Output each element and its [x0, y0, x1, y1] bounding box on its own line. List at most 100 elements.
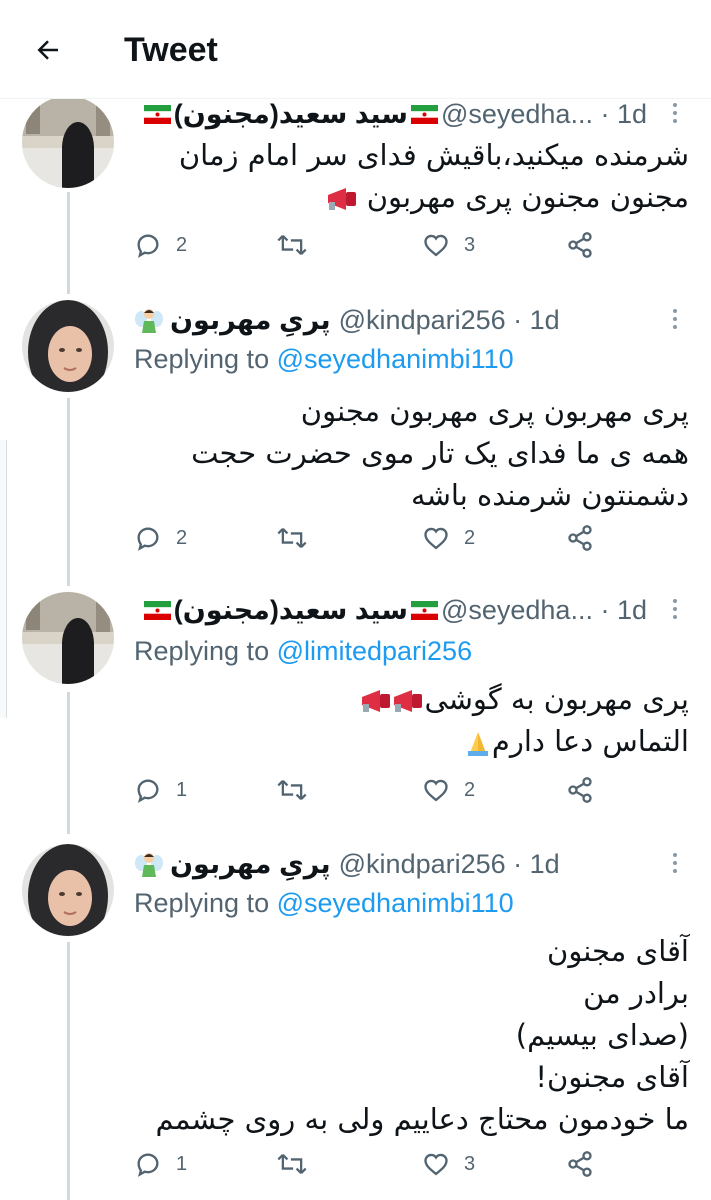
share-button[interactable] [566, 225, 594, 265]
tweet-header: سید سعید(مجنون) @seyedha... · 1d [134, 592, 647, 628]
display-name-text: پریِ مهربون [170, 848, 331, 879]
share-icon [568, 777, 592, 803]
reply-button[interactable]: 1 [134, 770, 187, 810]
retweet-button[interactable] [276, 225, 308, 265]
display-name[interactable]: پریِ مهربون [134, 849, 331, 880]
like-button[interactable]: 3 [422, 225, 475, 265]
replying-to-label: Replying to [134, 888, 277, 918]
reply-button[interactable]: 1 [134, 1144, 187, 1184]
timestamp[interactable]: 1d [530, 849, 560, 880]
tweet-actions: 2 3 [134, 225, 604, 265]
user-handle[interactable]: @seyedha... [441, 99, 593, 130]
heart-icon [424, 234, 448, 257]
like-count: 2 [464, 526, 476, 549]
like-button[interactable]: 3 [422, 1144, 475, 1184]
megaphone-emoji-icon [327, 188, 356, 210]
reply-count: 1 [176, 1152, 188, 1175]
reply-button[interactable]: 2 [134, 225, 187, 265]
share-button[interactable] [566, 518, 594, 558]
tweet-body: پری مهربون به گوشی التماس دعا دارم [134, 678, 689, 762]
replying-to-link[interactable]: @limitedpari256 [277, 636, 473, 666]
more-options-icon[interactable] [665, 304, 685, 334]
replying-to: Replying to @seyedhanimbi110 [134, 888, 514, 919]
retweet-icon [277, 780, 307, 800]
replying-to: Replying to @limitedpari256 [134, 636, 472, 667]
retweet-button[interactable] [276, 770, 308, 810]
tweet-body: آقای مجنون برادر من (صدای بیسیم) آقای مج… [134, 930, 689, 1140]
retweet-button[interactable] [276, 1144, 308, 1184]
share-icon [568, 1151, 592, 1177]
reply-icon [137, 527, 159, 551]
retweet-icon [277, 235, 307, 255]
like-count: 3 [464, 1152, 476, 1175]
reply-button[interactable]: 2 [134, 518, 187, 558]
iran-flag-icon [143, 600, 171, 620]
avatar[interactable] [22, 96, 114, 188]
display-name[interactable]: سید سعید(مجنون) [141, 595, 441, 626]
tweet-line: پری مهربون پری مهربون مجنون [300, 394, 689, 428]
replying-to-link[interactable]: @seyedhanimbi110 [277, 888, 514, 918]
like-button[interactable]: 2 [422, 770, 475, 810]
timestamp[interactable]: 1d [617, 595, 647, 626]
display-name[interactable]: سید سعید(مجنون) [141, 99, 441, 130]
heart-icon [424, 779, 448, 802]
replying-to-label: Replying to [134, 636, 277, 666]
tweet-header: پریِ مهربون @kindpari256 · 1d [134, 302, 647, 338]
tweet-line: شرمنده میکنید،باقیش فدای سر امام زمان [178, 138, 689, 172]
tweet-actions: 1 3 [134, 1144, 604, 1184]
fairy-emoji-icon [135, 853, 163, 877]
tweet-3[interactable]: سید سعید(مجنون) @seyedha... · 1d Replyin… [0, 584, 711, 834]
share-icon [568, 232, 592, 258]
display-name-text: سید سعید(مجنون) [173, 98, 408, 129]
reply-icon [137, 779, 159, 803]
more-options-icon[interactable] [665, 594, 685, 624]
reply-icon [137, 1153, 159, 1177]
timestamp[interactable]: 1d [617, 99, 647, 130]
display-name[interactable]: پریِ مهربون [134, 305, 331, 336]
heart-icon [424, 527, 448, 550]
avatar[interactable] [22, 592, 114, 684]
more-options-icon[interactable] [665, 848, 685, 878]
user-handle[interactable]: @kindpari256 [339, 305, 506, 336]
tweet-body: شرمنده میکنید،باقیش فدای سر امام زمان مج… [134, 134, 689, 218]
display-name-text: سید سعید(مجنون) [173, 594, 408, 625]
replying-to: Replying to @seyedhanimbi110 [134, 344, 514, 375]
tweet-line: همه ی ما فدای یک تار موی حضرت حجت [191, 436, 689, 470]
reply-icon [137, 234, 159, 258]
tweet-line: دشمنتون شرمنده باشه [411, 478, 689, 512]
share-button[interactable] [566, 1144, 594, 1184]
more-options-icon[interactable] [665, 98, 685, 128]
like-button[interactable]: 2 [422, 518, 475, 558]
retweet-icon [277, 1154, 307, 1174]
page-title: Tweet [124, 31, 218, 69]
retweet-button[interactable] [276, 518, 308, 558]
dot-separator: · [505, 848, 530, 879]
tweet-line: التماس دعا دارم [134, 720, 689, 762]
iran-flag-icon [410, 600, 438, 620]
heart-icon [424, 1153, 448, 1176]
back-button[interactable] [22, 28, 74, 72]
like-count: 3 [464, 233, 476, 256]
share-button[interactable] [566, 770, 594, 810]
user-handle[interactable]: @kindpari256 [339, 849, 506, 880]
avatar[interactable] [22, 844, 114, 936]
back-arrow-icon [37, 40, 58, 60]
retweet-icon [277, 528, 307, 548]
avatar[interactable] [22, 300, 114, 392]
share-icon [568, 525, 592, 551]
reply-count: 2 [176, 233, 188, 256]
top-app-bar: Tweet [0, 0, 711, 99]
reply-count: 1 [176, 778, 188, 801]
like-count: 2 [464, 778, 476, 801]
replying-to-link[interactable]: @seyedhanimbi110 [277, 344, 514, 374]
iran-flag-icon [410, 104, 438, 124]
tweet-4[interactable]: پریِ مهربون @kindpari256 · 1d Replying t… [0, 834, 711, 1200]
tweet-2[interactable]: پریِ مهربون @kindpari256 · 1d Replying t… [0, 290, 711, 584]
tweet-line: آقای مجنون [547, 934, 689, 968]
dot-separator: · [505, 304, 530, 335]
tweet-header: پریِ مهربون @kindpari256 · 1d [134, 846, 647, 882]
tweet-line: آقای مجنون! [535, 1060, 689, 1094]
user-handle[interactable]: @seyedha... [441, 595, 593, 626]
timestamp[interactable]: 1d [530, 305, 560, 336]
display-name-text: پریِ مهربون [170, 304, 331, 335]
